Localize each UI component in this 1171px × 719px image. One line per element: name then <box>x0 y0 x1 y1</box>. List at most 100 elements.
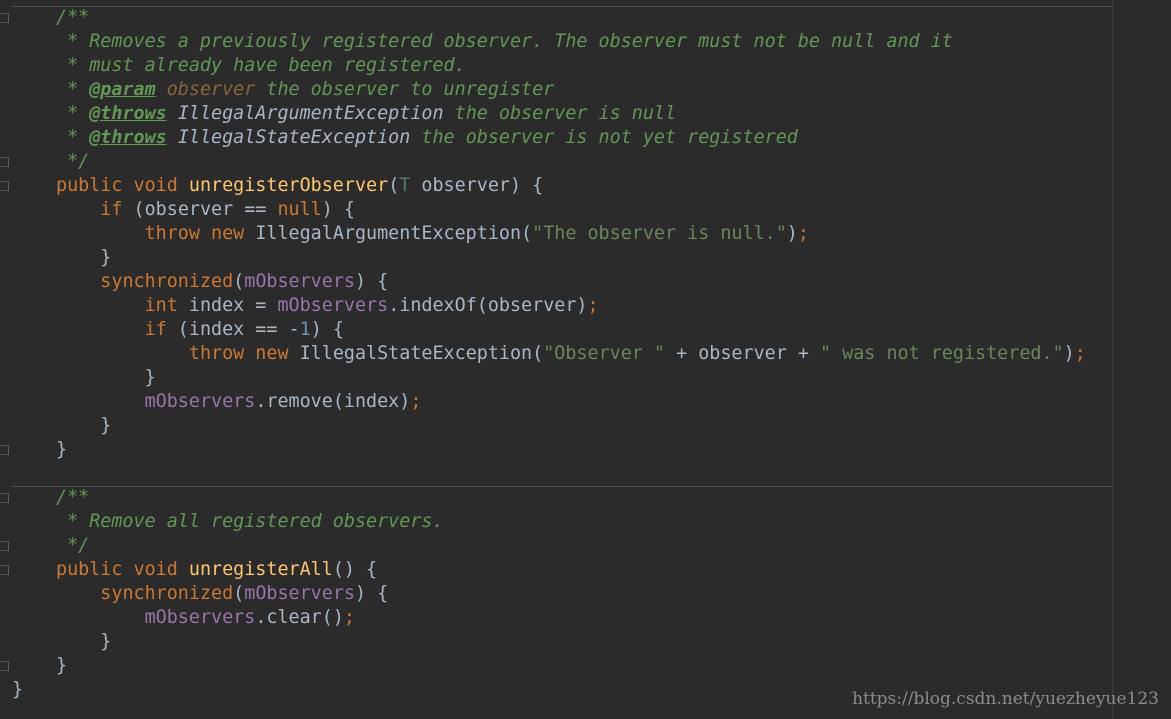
code-line[interactable]: * must already have been registered. <box>56 54 466 78</box>
code-token: index = <box>188 295 278 316</box>
code-line[interactable]: int index = mObservers.indexOf(observer)… <box>56 294 599 318</box>
code-line[interactable]: */ <box>56 150 89 174</box>
code-token: @param <box>89 79 156 100</box>
code-token: @throws <box>89 103 167 124</box>
code-token: if <box>144 319 167 340</box>
code-token: * Remove all registered observers. <box>56 511 444 532</box>
code-token: "Observer " <box>543 343 665 364</box>
code-line[interactable]: } <box>56 246 111 270</box>
fold-marker-icon[interactable] <box>1 445 9 455</box>
code-token: unregisterAll <box>188 559 333 580</box>
code-token: ) <box>786 223 798 244</box>
code-token: * <box>56 103 90 124</box>
code-token: ) { <box>354 271 389 292</box>
code-line[interactable]: } <box>56 654 67 678</box>
code-token: synchronized <box>100 583 234 604</box>
code-token: ( <box>233 271 245 292</box>
fold-marker-icon[interactable] <box>1 565 9 575</box>
code-token: mObservers <box>144 607 256 628</box>
code-line[interactable]: * @throws IllegalStateException the obse… <box>56 126 798 150</box>
code-token: IllegalStateException <box>177 127 411 148</box>
code-token: throw new <box>188 343 300 364</box>
code-token: ( <box>233 583 245 604</box>
code-token: /** <box>56 7 90 28</box>
right-margin-guide <box>1112 0 1113 719</box>
code-line[interactable]: * @param observer the observer to unregi… <box>56 78 554 102</box>
code-token: ; <box>587 295 599 316</box>
code-token: ( <box>388 175 400 196</box>
code-token: T <box>399 175 411 196</box>
fold-marker-icon[interactable] <box>1 541 9 551</box>
code-line[interactable]: * @throws IllegalArgumentException the o… <box>56 102 676 126</box>
code-token: /** <box>56 487 90 508</box>
code-token: the observer to unregister <box>255 79 555 100</box>
code-token: @throws <box>89 127 167 148</box>
code-token: "The observer is null." <box>532 223 787 244</box>
code-line[interactable]: * Removes a previously registered observ… <box>56 30 953 54</box>
code-line[interactable]: } <box>12 678 23 702</box>
code-token: mObservers <box>244 271 355 292</box>
code-line[interactable]: } <box>56 438 67 462</box>
editor-gutter[interactable] <box>0 0 12 719</box>
code-line[interactable]: mObservers.clear(); <box>56 606 355 630</box>
code-token: + observer + <box>665 343 821 364</box>
fold-marker-icon[interactable] <box>1 493 9 503</box>
code-token: observer) { <box>410 175 544 196</box>
code-line[interactable]: public void unregisterAll() { <box>56 558 377 582</box>
code-token: ) { <box>354 583 389 604</box>
code-line[interactable]: } <box>56 630 111 654</box>
fold-marker-icon[interactable] <box>1 13 9 23</box>
code-token: */ <box>56 151 90 172</box>
code-token: mObservers <box>244 583 355 604</box>
code-token: the observer is not yet registered <box>410 127 798 148</box>
code-line[interactable]: } <box>56 366 156 390</box>
code-token: ; <box>410 391 422 412</box>
code-token: " was not registered." <box>820 343 1064 364</box>
code-token: ) <box>1063 343 1075 364</box>
code-line[interactable]: * Remove all registered observers. <box>56 510 444 534</box>
code-line[interactable]: if (observer == null) { <box>56 198 355 222</box>
code-token: (observer == <box>122 199 278 220</box>
code-line[interactable]: if (index == -1) { <box>56 318 344 342</box>
code-token: mObservers <box>144 391 256 412</box>
code-token: public void <box>56 175 189 196</box>
watermark: https://blog.csdn.net/yuezheyue123 <box>852 689 1159 709</box>
code-line[interactable]: synchronized(mObservers) { <box>56 582 388 606</box>
code-token: ) { <box>310 319 344 340</box>
code-line[interactable]: mObservers.remove(index); <box>56 390 422 414</box>
code-token: .clear() <box>255 607 344 628</box>
code-line[interactable]: throw new IllegalStateException("Observe… <box>56 342 1086 366</box>
fold-marker-icon[interactable] <box>1 181 9 191</box>
code-editor[interactable]: /** * Removes a previously registered ob… <box>0 0 1171 719</box>
code-line[interactable]: public void unregisterObserver(T observe… <box>56 174 543 198</box>
code-token: () { <box>332 559 378 580</box>
code-line[interactable]: throw new IllegalArgumentException("The … <box>56 222 809 246</box>
code-line[interactable]: /** <box>56 6 89 30</box>
code-token: } <box>56 415 112 436</box>
code-token: observer <box>166 79 256 100</box>
code-token: unregisterObserver <box>188 175 389 196</box>
code-line[interactable]: } <box>56 414 111 438</box>
code-token: ; <box>1074 343 1086 364</box>
code-token: } <box>56 439 68 460</box>
code-token: null <box>277 199 322 220</box>
code-token: IllegalArgumentException( <box>255 223 533 244</box>
code-line[interactable]: synchronized(mObservers) { <box>56 270 388 294</box>
code-token: synchronized <box>100 271 234 292</box>
code-token: mObservers <box>277 295 389 316</box>
code-token: ; <box>797 223 809 244</box>
code-line[interactable]: /** <box>56 486 89 510</box>
code-token: (index == - <box>166 319 300 340</box>
fold-marker-icon[interactable] <box>1 157 9 167</box>
fold-marker-icon[interactable] <box>1 661 9 671</box>
code-token: * <box>56 79 90 100</box>
code-token: throw new <box>144 223 256 244</box>
code-token: } <box>56 367 156 388</box>
code-line[interactable]: */ <box>56 534 89 558</box>
code-token: ; <box>343 607 355 628</box>
